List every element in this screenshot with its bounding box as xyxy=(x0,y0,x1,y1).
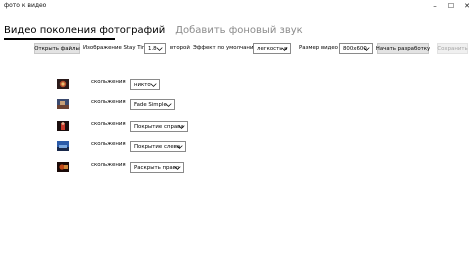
chevron-down-icon xyxy=(281,47,288,51)
open-files-button[interactable]: Открыть файлы xyxy=(34,43,80,54)
maximize-icon[interactable]: ☐ xyxy=(443,0,459,12)
video-size-label: Размер видео xyxy=(299,45,338,51)
row-effect-select[interactable]: Fade Simple xyxy=(130,99,175,110)
close-icon[interactable]: ✕ xyxy=(459,0,475,12)
default-effect-label: Эффект по умолчанию xyxy=(193,45,258,51)
row-effect-select[interactable]: Покрытие справа xyxy=(130,121,188,132)
chevron-down-icon xyxy=(174,166,181,170)
chevron-down-icon xyxy=(165,103,172,107)
photo-thumbnail xyxy=(57,141,69,151)
default-effect-select[interactable]: легкость в xyxy=(253,43,291,54)
active-tab-indicator xyxy=(4,38,115,40)
row-label: скольжения xyxy=(91,121,126,127)
row-label: скольжения xyxy=(91,99,126,105)
save-button[interactable]: Сохранить xyxy=(437,43,468,54)
chevron-down-icon xyxy=(156,47,163,51)
row-effect-select[interactable]: никто xyxy=(130,79,160,90)
row-effect-value: Fade Simple xyxy=(134,101,167,108)
chevron-down-icon xyxy=(150,83,157,87)
tab-photo-video[interactable]: Видео поколения фотографий xyxy=(4,24,165,38)
row-effect-value: Покрытие справа xyxy=(134,123,184,130)
chevron-down-icon xyxy=(363,47,370,51)
start-build-button[interactable]: Начать разработку xyxy=(376,43,430,54)
row-label: скольжения xyxy=(91,141,126,147)
row-effect-value: никто xyxy=(134,81,151,88)
photo-thumbnail xyxy=(57,79,69,89)
row-label: скольжения xyxy=(91,162,126,168)
row-effect-value: Раскрыть право xyxy=(134,164,180,171)
tab-background-sound[interactable]: Добавить фоновый звук xyxy=(175,24,302,38)
chevron-down-icon xyxy=(178,125,185,129)
chevron-down-icon xyxy=(176,145,183,149)
row-effect-select[interactable]: Покрытие слева xyxy=(130,141,186,152)
title-bar: фото к видео – ☐ ✕ xyxy=(0,0,475,12)
stay-time-label: Изображение Stay Time xyxy=(83,45,151,51)
tab-bar: Видео поколения фотографий Добавить фоно… xyxy=(4,24,303,38)
row-effect-select[interactable]: Раскрыть право xyxy=(130,162,184,173)
video-size-select[interactable]: 800x600 xyxy=(339,43,373,54)
row-effect-value: Покрытие слева xyxy=(134,143,181,150)
row-label: скольжения xyxy=(91,79,126,85)
window-title: фото к видео xyxy=(4,2,47,9)
seconds-label: второй xyxy=(170,45,190,51)
photo-thumbnail xyxy=(57,121,69,131)
photo-thumbnail xyxy=(57,162,69,172)
photo-thumbnail xyxy=(57,99,69,109)
minimize-icon[interactable]: – xyxy=(427,0,443,12)
stay-time-select[interactable]: 1.8 xyxy=(144,43,166,54)
